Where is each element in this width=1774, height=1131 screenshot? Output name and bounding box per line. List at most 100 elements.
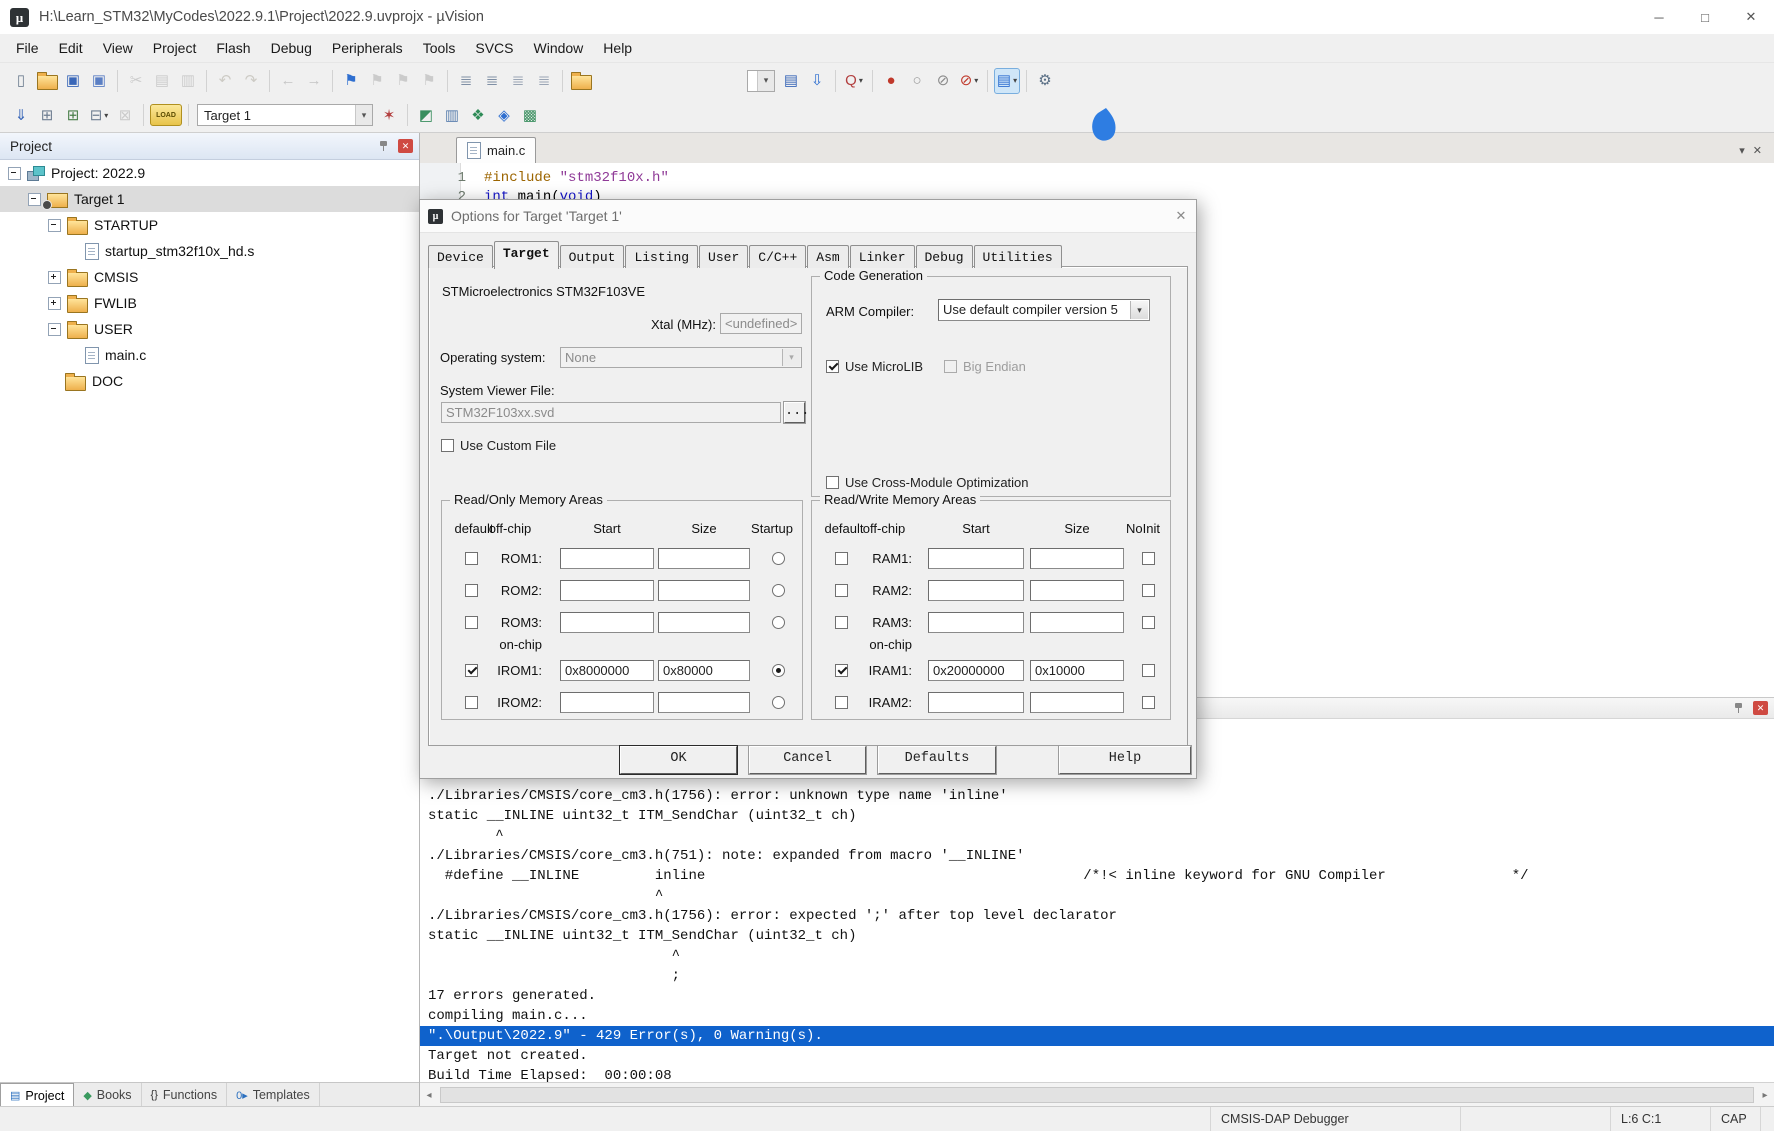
menu-item-view[interactable]: View [93, 34, 143, 62]
rom-irom1-startup-radio[interactable] [772, 664, 785, 677]
pack-installer-icon[interactable]: ▩ [518, 103, 542, 127]
defaults-button[interactable]: Defaults [878, 746, 996, 774]
breakpoint-kill-all-icon[interactable]: ⊘▾ [957, 69, 981, 93]
ram-ram1-size-input[interactable] [1030, 548, 1124, 569]
target-select[interactable]: Target 1▾ [197, 104, 373, 126]
comment-selection-icon[interactable]: ≣ [506, 69, 530, 93]
rom-rom2-size-input[interactable] [658, 580, 750, 601]
dialog-tab-output[interactable]: Output [560, 245, 625, 268]
menu-item-window[interactable]: Window [524, 34, 594, 62]
horizontal-scrollbar[interactable]: ◂ ▸ [420, 1082, 1774, 1107]
close-icon[interactable]: ✕ [1753, 144, 1762, 157]
rom-irom1-default-checkbox[interactable] [465, 664, 478, 677]
panel-tab-functions[interactable]: {}Functions [142, 1083, 228, 1107]
rebuild-icon[interactable]: ⊞ [61, 103, 85, 127]
paste-icon[interactable]: ▥ [176, 69, 200, 93]
rom-irom2-start-input[interactable] [560, 692, 654, 713]
lookup-symbols-icon[interactable]: ▤ [779, 69, 803, 93]
ram-ram3-start-input[interactable] [928, 612, 1024, 633]
scroll-right-icon[interactable]: ▸ [1756, 1090, 1774, 1101]
close-icon[interactable]: ✕ [1728, 0, 1774, 34]
expand-icon[interactable] [48, 297, 61, 310]
maximize-icon[interactable]: □ [1682, 0, 1728, 34]
dialog-tab-c-c[interactable]: C/C++ [749, 245, 806, 268]
close-icon[interactable]: ✕ [1166, 208, 1196, 224]
tree-item-cmsis[interactable]: CMSIS [0, 264, 419, 290]
ram-iram1-noinit-checkbox[interactable] [1142, 664, 1155, 677]
collapse-icon[interactable] [28, 193, 41, 206]
menu-item-flash[interactable]: Flash [206, 34, 260, 62]
find-icon[interactable]: Q▾ [842, 69, 866, 93]
save-all-icon[interactable]: ▣ [87, 69, 111, 93]
rom-irom2-default-checkbox[interactable] [465, 696, 478, 709]
download-icon[interactable]: LOAD [150, 104, 182, 126]
rom-irom1-size-input[interactable]: 0x80000 [658, 660, 750, 681]
manage-run-time-environment-icon[interactable]: ◩ [414, 103, 438, 127]
minimize-icon[interactable]: ─ [1636, 0, 1682, 34]
rom-rom3-start-input[interactable] [560, 612, 654, 633]
rom-irom2-startup-radio[interactable] [772, 696, 785, 709]
redo-icon[interactable]: ↷ [239, 69, 263, 93]
menu-item-project[interactable]: Project [143, 34, 207, 62]
rom-rom2-default-checkbox[interactable] [465, 584, 478, 597]
tree-item-target-1[interactable]: Target 1 [0, 186, 419, 212]
ram-ram1-default-checkbox[interactable] [835, 552, 848, 565]
options-for-target-icon[interactable]: ✶ [377, 103, 401, 127]
rom-rom3-size-input[interactable] [658, 612, 750, 633]
dialog-tab-utilities[interactable]: Utilities [974, 245, 1062, 268]
use-microlib-checkbox[interactable]: Use MicroLIB [826, 359, 923, 374]
ram-iram2-default-checkbox[interactable] [835, 696, 848, 709]
manage-project-items-icon[interactable]: ▥ [440, 103, 464, 127]
undo-icon[interactable]: ↶ [213, 69, 237, 93]
rom-irom2-size-input[interactable] [658, 692, 750, 713]
big-endian-checkbox[interactable]: Big Endian [944, 359, 1026, 374]
function-filter-icon[interactable]: ◈ [492, 103, 516, 127]
collapse-icon[interactable] [48, 219, 61, 232]
new-file-icon[interactable]: ▯ [9, 69, 33, 93]
ram-iram1-default-checkbox[interactable] [835, 664, 848, 677]
use-custom-file-checkbox[interactable]: Use Custom File [441, 438, 556, 453]
ram-ram2-default-checkbox[interactable] [835, 584, 848, 597]
menu-item-help[interactable]: Help [593, 34, 642, 62]
pin-icon[interactable] [378, 140, 390, 152]
stop-build-icon[interactable]: ⊠ [113, 103, 137, 127]
menu-item-svcs[interactable]: SVCS [465, 34, 523, 62]
ram-iram1-start-input[interactable]: 0x20000000 [928, 660, 1024, 681]
cross-module-optimization-checkbox[interactable]: Use Cross-Module Optimization [826, 475, 1029, 490]
close-icon[interactable]: ✕ [1753, 701, 1768, 715]
file-filter[interactable]: ▾ [747, 70, 775, 92]
ram-iram2-size-input[interactable] [1030, 692, 1124, 713]
tree-item-doc[interactable]: DOC [0, 368, 419, 394]
system-viewer-file-input[interactable]: STM32F103xx.svd [441, 402, 781, 423]
ram-iram2-noinit-checkbox[interactable] [1142, 696, 1155, 709]
ram-ram2-size-input[interactable] [1030, 580, 1124, 601]
translate-icon[interactable]: ⇓ [9, 103, 33, 127]
menu-item-tools[interactable]: Tools [413, 34, 466, 62]
ram-iram1-size-input[interactable]: 0x10000 [1030, 660, 1124, 681]
cancel-button[interactable]: Cancel [749, 746, 866, 774]
goto-definition-icon[interactable]: ⇩ [805, 69, 829, 93]
component-viewer-icon[interactable]: ❖ [466, 103, 490, 127]
rom-rom3-default-checkbox[interactable] [465, 616, 478, 629]
nav-back-icon[interactable]: ← [276, 69, 300, 93]
collapse-icon[interactable] [48, 323, 61, 336]
menu-item-debug[interactable]: Debug [261, 34, 322, 62]
panel-tab-templates[interactable]: 0▸Templates [227, 1083, 320, 1107]
browse-button[interactable]: ... [784, 402, 805, 423]
chevron-down-icon[interactable]: ▾ [1739, 144, 1745, 157]
indent-right-icon[interactable]: ≣ [480, 69, 504, 93]
batch-build-icon[interactable]: ⊟▾ [87, 103, 111, 127]
rom-rom1-startup-radio[interactable] [772, 552, 785, 565]
breakpoint-enable-icon[interactable]: ○ [905, 69, 929, 93]
dialog-titlebar[interactable]: µ Options for Target 'Target 1' ✕ [420, 200, 1196, 233]
nav-forward-icon[interactable]: → [302, 69, 326, 93]
arm-compiler-select[interactable]: Use default compiler version 5 ▾ [938, 299, 1150, 321]
menu-item-peripherals[interactable]: Peripherals [322, 34, 413, 62]
tree-item-main-c[interactable]: main.c [0, 342, 419, 368]
build-icon[interactable]: ⊞ [35, 103, 59, 127]
panel-tab-books[interactable]: ◆Books [74, 1083, 141, 1107]
collapse-icon[interactable] [8, 167, 21, 180]
breakpoint-toggle-icon[interactable]: ● [879, 69, 903, 93]
rom-rom1-default-checkbox[interactable] [465, 552, 478, 565]
uncomment-selection-icon[interactable]: ≣ [532, 69, 556, 93]
